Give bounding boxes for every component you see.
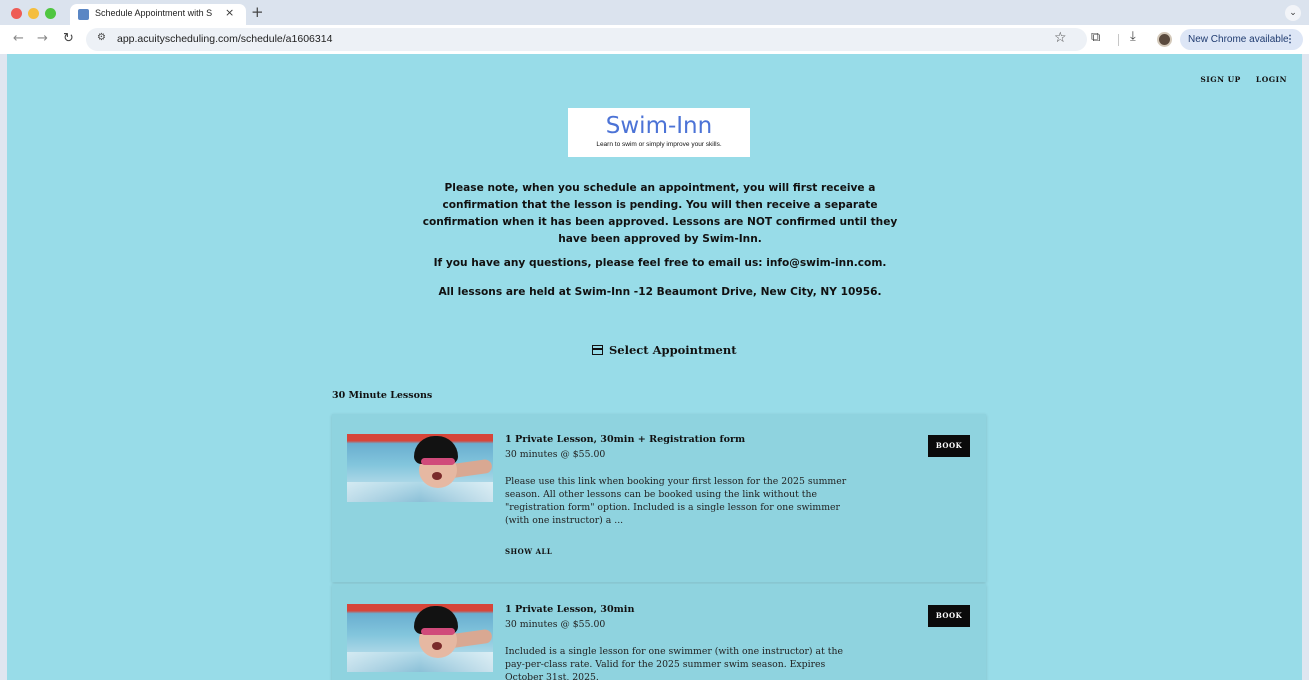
appointment-card: 1 Private Lesson, 30min 30 minutes @ $55… [332,584,986,680]
profile-avatar[interactable] [1157,32,1172,47]
description-line: pay-per-class rate. Valid for the 2025 s… [505,659,826,670]
notice-line: confirmation when it has been approved. … [422,216,898,228]
calendar-favicon-icon [78,9,89,20]
appointment-card: 1 Private Lesson, 30min + Registration f… [332,414,986,582]
location-notice: All lessons are held at Swim-Inn -12 Bea… [438,286,882,298]
update-label: New Chrome available [1188,34,1289,45]
sign-up-link[interactable]: SIGN UP [1200,75,1240,84]
description-line: "registration form" option. Included is … [505,502,840,513]
star-icon[interactable]: ☆ [1054,30,1067,46]
site-info-icon[interactable]: ⚙ [97,32,106,43]
appointment-description: Included is a single lesson for one swim… [505,645,865,680]
reload-icon[interactable]: ↻ [63,31,74,46]
select-appointment-heading: Select Appointment [592,343,737,357]
show-all-link[interactable]: SHOW ALL [505,547,552,556]
browser-tab-strip: Schedule Appointment with S × + ⌄ [0,0,1309,25]
appointment-title: 1 Private Lesson, 30min [505,604,635,615]
appointment-title: 1 Private Lesson, 30min + Registration f… [505,434,746,445]
calendar-icon [592,345,603,355]
description-line: season. All other lessons can be booked … [505,489,818,500]
url-text[interactable]: app.acuityscheduling.com/schedule/a16063… [117,33,332,45]
tab-search-button[interactable]: ⌄ [1285,5,1301,21]
logo-title: Swim-Inn [605,113,713,139]
notice-line: confirmation that the lesson is pending.… [442,199,878,211]
tab-title: Schedule Appointment with S [95,8,213,18]
notice-line: Please note, when you schedule an appoin… [444,182,876,194]
browser-toolbar: ← → ↻ ⚙ app.acuityscheduling.com/schedul… [0,25,1309,54]
new-chrome-available-button[interactable]: New Chrome available ⋮ [1180,29,1303,50]
scheduling-notice: Please note, when you schedule an appoin… [390,180,930,248]
logo-subtitle: Learn to swim or simply improve your ski… [596,141,722,148]
scheduling-page: SIGN UP LOGIN Swim-Inn Learn to swim or … [7,54,1302,680]
maximize-window-icon[interactable] [45,8,56,19]
appointment-duration-price: 30 minutes @ $55.00 [505,619,606,630]
category-title: 30 Minute Lessons [332,390,433,401]
forward-icon[interactable]: → [37,31,48,46]
address-bar[interactable]: ⚙ app.acuityscheduling.com/schedule/a160… [86,28,1087,51]
back-icon[interactable]: ← [13,31,24,46]
book-button[interactable]: BOOK [928,435,970,457]
select-appointment-label: Select Appointment [609,343,737,357]
browser-tab[interactable]: Schedule Appointment with S × [70,4,246,25]
close-window-icon[interactable] [11,8,22,19]
description-line: Please use this link when booking your f… [505,476,847,487]
tab-close-icon[interactable]: × [225,6,234,19]
login-link[interactable]: LOGIN [1256,75,1287,84]
business-logo: Swim-Inn Learn to swim or simply improve… [568,108,750,157]
download-icon[interactable]: ⤓ [1130,29,1136,44]
account-links: SIGN UP LOGIN [1188,75,1287,84]
description-line: (with one instructor) a ... [505,515,624,526]
swimmer-photo [347,604,493,672]
toolbar-divider [1118,34,1119,46]
new-tab-button[interactable]: + [251,3,264,21]
notice-line: have been approved by Swim-Inn. [558,233,762,245]
description-line: October 31st, 2025. [505,672,599,680]
description-line: Included is a single lesson for one swim… [505,646,843,657]
swimmer-photo [347,434,493,502]
contact-notice: If you have any questions, please feel f… [433,257,887,269]
chrome-menu-icon[interactable]: ⋮ [1285,29,1295,50]
minimize-window-icon[interactable] [28,8,39,19]
appointment-description: Please use this link when booking your f… [505,475,865,527]
appointment-duration-price: 30 minutes @ $55.00 [505,449,606,460]
extensions-icon[interactable]: ⧉ [1091,30,1100,45]
book-button[interactable]: BOOK [928,605,970,627]
